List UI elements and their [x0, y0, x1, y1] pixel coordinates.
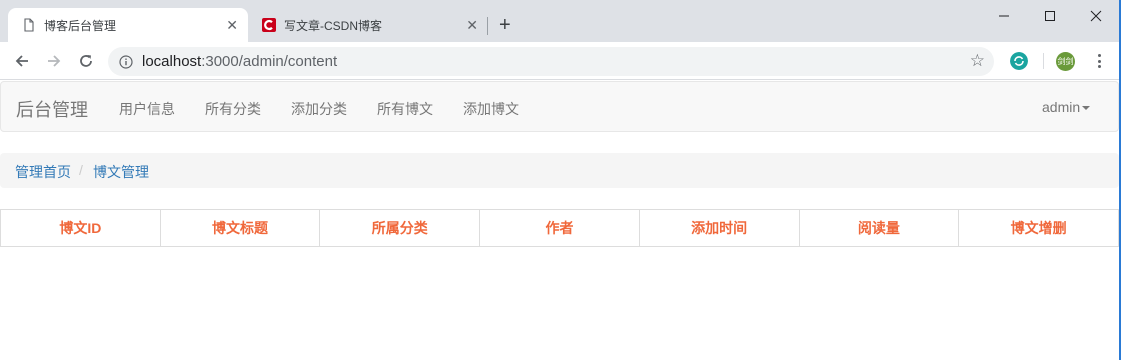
- url-path: :3000/admin/content: [201, 53, 338, 70]
- user-dropdown[interactable]: admin: [1042, 99, 1091, 115]
- tab-close-icon[interactable]: ✕: [466, 17, 478, 33]
- tab-close-icon[interactable]: ✕: [226, 17, 238, 33]
- bookmark-star-icon[interactable]: ☆: [970, 52, 985, 70]
- csdn-icon: [262, 18, 276, 32]
- forward-button[interactable]: [44, 51, 64, 71]
- back-button[interactable]: [12, 51, 32, 71]
- sync-extension-icon[interactable]: [1010, 52, 1028, 70]
- maximize-icon: [1045, 11, 1055, 21]
- column-header-views: 阅读量: [798, 209, 960, 247]
- arrow-left-icon: [15, 55, 28, 67]
- page-content: 后台管理 用户信息 所有分类 添加分类 所有博文 添加博文 admin 管理首页…: [0, 81, 1119, 360]
- column-header-actions: 博文增删: [958, 209, 1119, 247]
- column-header-added-time: 添加时间: [638, 209, 800, 247]
- tab-title: 博客后台管理: [44, 19, 117, 33]
- nav-link-user-info[interactable]: 用户信息: [119, 99, 175, 119]
- caret-down-icon: [1082, 106, 1091, 111]
- breadcrumb-home[interactable]: 管理首页: [15, 162, 71, 182]
- nav-link-all-posts[interactable]: 所有博文: [377, 99, 433, 119]
- browser-titlebar: 博客后台管理 ✕ 写文章-CSDN博客 ✕ +: [0, 0, 1121, 42]
- breadcrumb: 管理首页 / 博文管理: [0, 153, 1119, 188]
- close-icon: [1090, 10, 1102, 22]
- tab-active[interactable]: 博客后台管理 ✕: [8, 8, 248, 42]
- reload-button[interactable]: [76, 51, 96, 71]
- breadcrumb-separator: /: [79, 162, 83, 178]
- top-navbar: 后台管理 用户信息 所有分类 添加分类 所有博文 添加博文 admin: [0, 81, 1119, 132]
- page-icon: [24, 18, 34, 32]
- user-name: admin: [1042, 99, 1081, 115]
- table-header-row: 博文ID 博文标题 所属分类 作者 添加时间 阅读量 博文增删: [0, 209, 1119, 247]
- column-header-post-id: 博文ID: [0, 209, 161, 247]
- nav-link-add-post[interactable]: 添加博文: [463, 99, 519, 119]
- nav-link-all-categories[interactable]: 所有分类: [205, 99, 261, 119]
- info-icon[interactable]: [119, 55, 133, 69]
- column-header-post-title: 博文标题: [159, 209, 321, 247]
- maximize-button[interactable]: [1027, 0, 1073, 32]
- posts-table: 博文ID 博文标题 所属分类 作者 添加时间 阅读量 博文增删: [0, 209, 1119, 247]
- column-header-author: 作者: [479, 209, 640, 247]
- close-window-button[interactable]: [1073, 0, 1119, 32]
- minimize-icon: [999, 15, 1009, 17]
- address-bar[interactable]: localhost:3000/admin/content ☆: [108, 47, 994, 76]
- profile-avatar[interactable]: 剑剑: [1056, 52, 1075, 71]
- toolbar-divider: [1043, 53, 1044, 69]
- minimize-button[interactable]: [981, 0, 1027, 32]
- navbar-brand[interactable]: 后台管理: [16, 96, 88, 122]
- tab-separator: [487, 17, 488, 35]
- tab-inactive[interactable]: 写文章-CSDN博客 ✕: [248, 8, 488, 42]
- url-text: localhost:3000/admin/content: [142, 53, 337, 70]
- column-header-category: 所属分类: [319, 209, 481, 247]
- browser-toolbar: localhost:3000/admin/content ☆: [0, 42, 1121, 80]
- arrow-right-icon: [48, 55, 61, 67]
- breadcrumb-current[interactable]: 博文管理: [93, 162, 149, 182]
- new-tab-button[interactable]: +: [499, 15, 511, 35]
- nav-link-add-category[interactable]: 添加分类: [291, 99, 347, 119]
- reload-icon: [80, 55, 92, 67]
- tab-title: 写文章-CSDN博客: [284, 19, 382, 33]
- url-host: localhost: [142, 53, 202, 70]
- menu-kebab-icon[interactable]: [1096, 52, 1102, 70]
